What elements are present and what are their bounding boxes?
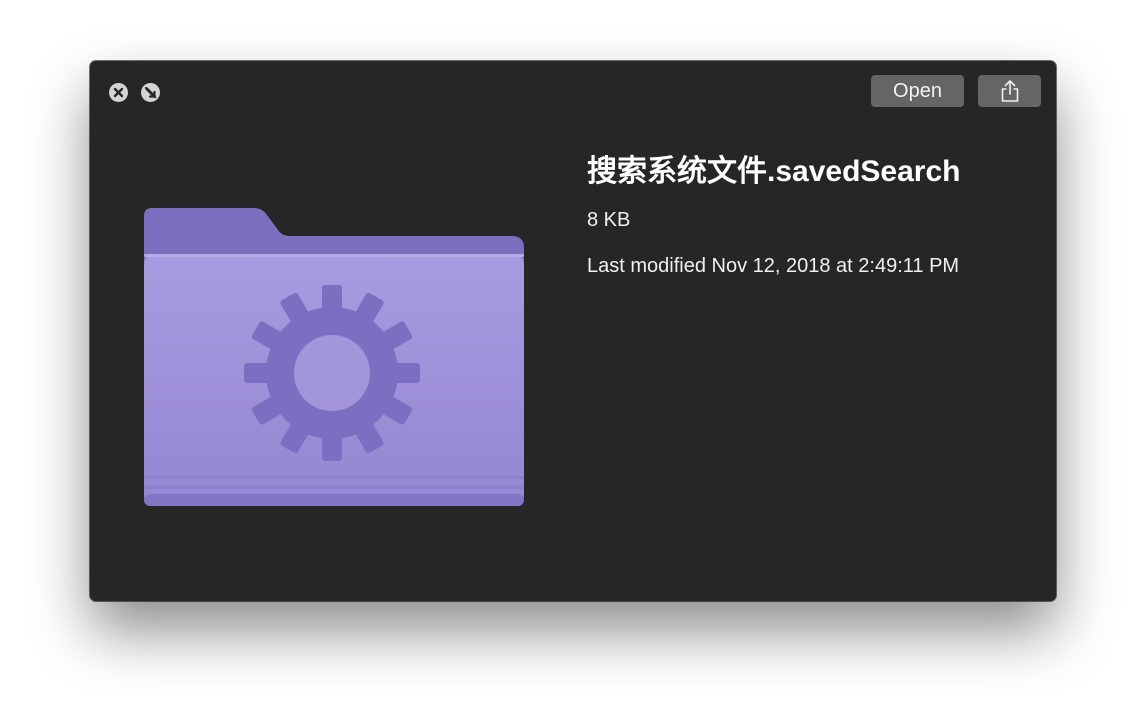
fullscreen-icon: [144, 86, 157, 99]
quick-look-window: Open 搜索系统文件.savedSearch 8 KB Last modifi…: [90, 61, 1056, 601]
file-info-panel: 搜索系统文件.savedSearch 8 KB Last modified No…: [587, 151, 1037, 279]
title-bar: Open: [90, 61, 1056, 119]
file-size: 8 KB: [587, 209, 631, 231]
open-button-label: Open: [893, 79, 942, 102]
close-icon: [113, 87, 124, 98]
last-modified: Last modified Nov 12, 2018 at 2:49:11 PM: [587, 255, 960, 277]
close-button[interactable]: [109, 83, 128, 102]
open-button[interactable]: Open: [871, 75, 964, 107]
fullscreen-button[interactable]: [141, 83, 160, 102]
purple-folder-gear-icon: [142, 206, 526, 511]
share-button[interactable]: [978, 75, 1041, 107]
desktop-background: Open 搜索系统文件.savedSearch 8 KB Last modifi…: [0, 0, 1146, 720]
file-name: 搜索系统文件.savedSearch: [587, 155, 961, 188]
share-icon: [1001, 80, 1018, 102]
